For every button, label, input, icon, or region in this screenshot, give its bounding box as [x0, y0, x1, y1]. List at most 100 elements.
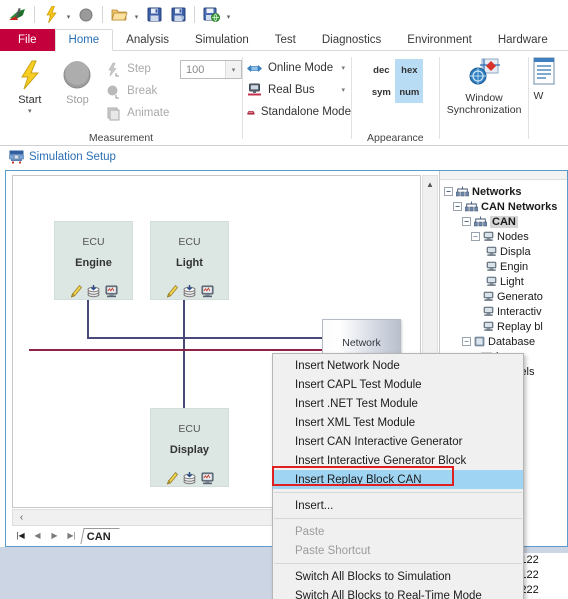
save-global-icon[interactable]	[199, 3, 223, 27]
tree-item-display-label: Displa	[500, 245, 531, 258]
save-as-icon[interactable]	[166, 3, 190, 27]
window-group-partial-label: W	[533, 90, 544, 102]
qat-overflow-caret-icon[interactable]: ▾	[223, 4, 234, 26]
format-dec-button[interactable]: dec	[367, 59, 395, 81]
node-icon	[483, 291, 494, 302]
menu-item-insert-network-node[interactable]: Insert Network Node	[273, 356, 523, 375]
menu-item-switch-all-blocks-to-simulation[interactable]: Switch All Blocks to Simulation	[273, 567, 523, 586]
tree-item-can[interactable]: − CAN	[440, 214, 567, 229]
menu-item-switch-all-blocks-to-real-time-mode[interactable]: Switch All Blocks to Real-Time Mode	[273, 586, 523, 599]
tree-item-can-networks[interactable]: − CAN Networks	[440, 199, 567, 214]
save-icon[interactable]	[142, 3, 166, 27]
format-sym-button[interactable]: sym	[367, 81, 395, 103]
tree-item-databases[interactable]: − Database	[440, 334, 567, 349]
node-icon	[486, 246, 497, 257]
tab-environment[interactable]: Environment	[394, 29, 485, 51]
tab-analysis[interactable]: Analysis	[113, 29, 182, 51]
animate-button[interactable]: Animate	[102, 102, 180, 124]
tree-expander-networks[interactable]: −	[444, 187, 453, 196]
pencil-icon[interactable]	[166, 472, 178, 485]
start-button-label: Start	[18, 94, 42, 106]
pencil-icon[interactable]	[166, 285, 178, 298]
tree-expander-can[interactable]: −	[462, 217, 471, 226]
tree-item-engine[interactable]: Engin	[440, 259, 567, 274]
tree-expander-nodes[interactable]: −	[471, 232, 480, 241]
format-num-button[interactable]: num	[395, 81, 424, 103]
menu-item-insert[interactable]: Insert...	[273, 496, 523, 515]
tree-item-interactive-generators-label: Interactiv	[497, 305, 542, 318]
pencil-icon[interactable]	[70, 285, 82, 298]
tree-item-replay-blocks[interactable]: Replay bl	[440, 319, 567, 334]
tab-tools[interactable]: Tools	[561, 29, 568, 51]
canvas-context-menu[interactable]: Insert Network Node Insert CAPL Test Mod…	[272, 353, 524, 599]
tree-item-display[interactable]: Displa	[440, 244, 567, 259]
menu-item-insert-interactive-generator-block[interactable]: Insert Interactive Generator Block	[273, 451, 523, 470]
tab-test[interactable]: Test	[262, 29, 309, 51]
tree-item-interactive-generators[interactable]: Interactiv	[440, 304, 567, 319]
sheet-tab-can[interactable]: CAN	[80, 527, 120, 544]
app-logo-icon[interactable]	[6, 3, 30, 27]
nav-last-icon[interactable]: ▶|	[63, 528, 80, 544]
tree-item-light[interactable]: Light	[440, 274, 567, 289]
online-mode-button[interactable]: Online Mode ▾	[243, 57, 351, 79]
step-button[interactable]: Step	[102, 58, 180, 80]
standalone-mode-icon	[247, 110, 255, 115]
online-mode-label: Online Mode	[267, 62, 334, 74]
scroll-up-icon[interactable]: ▲	[423, 176, 437, 192]
stop-button[interactable]: Stop	[54, 56, 102, 106]
menu-item-insert-net-test-module[interactable]: Insert .NET Test Module	[273, 394, 523, 413]
menu-item-insert-replay-block-can[interactable]: Insert Replay Block CAN	[273, 470, 523, 489]
stop-circle-icon[interactable]	[74, 3, 98, 27]
toolbar-separator	[34, 6, 35, 23]
real-bus-button[interactable]: Real Bus ▾	[243, 79, 351, 101]
real-bus-caret-icon[interactable]: ▾	[341, 86, 351, 94]
break-button[interactable]: Break	[102, 80, 180, 102]
window-sync-group-title	[440, 131, 529, 146]
start-caret-icon[interactable]: ▾	[28, 108, 32, 115]
stack-icon[interactable]	[183, 472, 196, 485]
break-icon	[107, 85, 120, 99]
tab-diagnostics[interactable]: Diagnostics	[309, 29, 394, 51]
tab-home[interactable]: Home	[54, 29, 114, 51]
start-button[interactable]: Start ▾	[6, 56, 54, 115]
stack-icon[interactable]	[183, 285, 196, 298]
lightning-icon[interactable]	[39, 3, 63, 27]
step-size-input[interactable]: 100 ▾	[180, 60, 243, 79]
open-folder-icon[interactable]	[107, 3, 131, 27]
menu-item-insert-capl-test-module[interactable]: Insert CAPL Test Module	[273, 375, 523, 394]
start-dropdown-caret-icon[interactable]: ▾	[63, 4, 74, 26]
format-hex-button[interactable]: hex	[395, 59, 424, 81]
tree-view[interactable]: − Networks − CAN Networks − CAN − Nodes …	[440, 180, 567, 379]
ecu-block-light[interactable]: ECU Light	[150, 221, 229, 300]
tree-item-networks[interactable]: − Networks	[440, 184, 567, 199]
monitor-icon[interactable]	[201, 472, 214, 485]
tree-item-engine-label: Engin	[500, 260, 529, 273]
windows-group-title	[529, 131, 568, 146]
tab-hardware[interactable]: Hardware	[485, 29, 561, 51]
ecu-block-display[interactable]: ECU Display	[150, 408, 229, 487]
animate-icon	[107, 107, 120, 120]
window-list-icon[interactable]	[533, 57, 557, 87]
monitor-icon[interactable]	[201, 285, 214, 298]
ecu-block-engine[interactable]: ECU Engine	[54, 221, 133, 300]
nav-next-icon[interactable]: ▶	[46, 528, 63, 544]
stack-icon[interactable]	[87, 285, 100, 298]
tree-expander-can-networks[interactable]: −	[453, 202, 462, 211]
tree-item-generators[interactable]: Generato	[440, 289, 567, 304]
menu-item-insert-xml-test-module[interactable]: Insert XML Test Module	[273, 413, 523, 432]
toolbar-separator-2	[102, 6, 103, 23]
step-size-dropdown-icon[interactable]: ▾	[225, 61, 242, 78]
monitor-icon[interactable]	[105, 285, 118, 298]
online-mode-caret-icon[interactable]: ▾	[341, 64, 351, 72]
standalone-mode-button[interactable]: Standalone Mode	[243, 101, 351, 123]
open-dropdown-caret-icon[interactable]: ▾	[131, 4, 142, 26]
tree-item-nodes[interactable]: − Nodes	[440, 229, 567, 244]
nav-prev-icon[interactable]: ◀	[29, 528, 46, 544]
menu-item-insert-can-interactive-generator[interactable]: Insert CAN Interactive Generator	[273, 432, 523, 451]
tab-file[interactable]: File	[0, 29, 55, 51]
nav-first-icon[interactable]: |◀	[12, 528, 29, 544]
bus-line-horizontal-blue	[87, 337, 362, 339]
scroll-left-icon[interactable]: ‹	[13, 510, 30, 525]
tab-simulation[interactable]: Simulation	[182, 29, 262, 51]
tree-expander-databases[interactable]: −	[462, 337, 471, 346]
